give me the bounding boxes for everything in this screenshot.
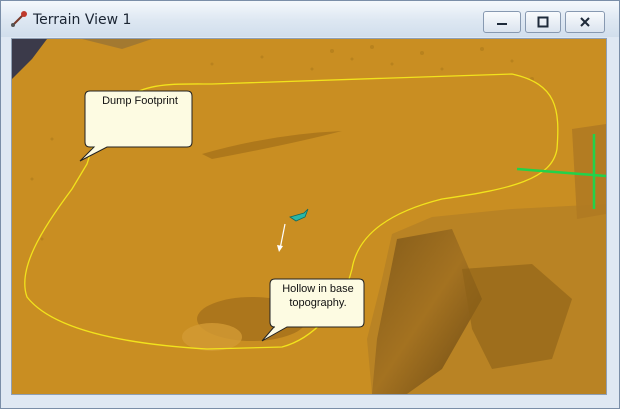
terrain-view-window: Terrain View 1 Dump Footprint Hollow in … (0, 0, 620, 409)
close-button[interactable] (565, 11, 605, 33)
hollow-rim (182, 323, 242, 351)
terrain-view-icon (11, 11, 27, 27)
maximize-icon (537, 16, 549, 28)
terrain-scene (12, 39, 606, 394)
minimize-icon (497, 23, 507, 25)
terrain-right-ridge (572, 124, 606, 219)
window-title: Terrain View 1 (33, 12, 132, 28)
title-bar[interactable]: Terrain View 1 (1, 1, 619, 37)
callout-dump-footprint-text: Dump Footprint (102, 95, 178, 107)
terrain-viewport[interactable]: Dump Footprint Hollow in base topography… (11, 38, 607, 395)
minimize-button[interactable] (483, 11, 521, 33)
maximize-button[interactable] (525, 11, 561, 33)
callout-hollow-text: Hollow in base topography. (282, 283, 354, 309)
close-icon (580, 17, 590, 27)
